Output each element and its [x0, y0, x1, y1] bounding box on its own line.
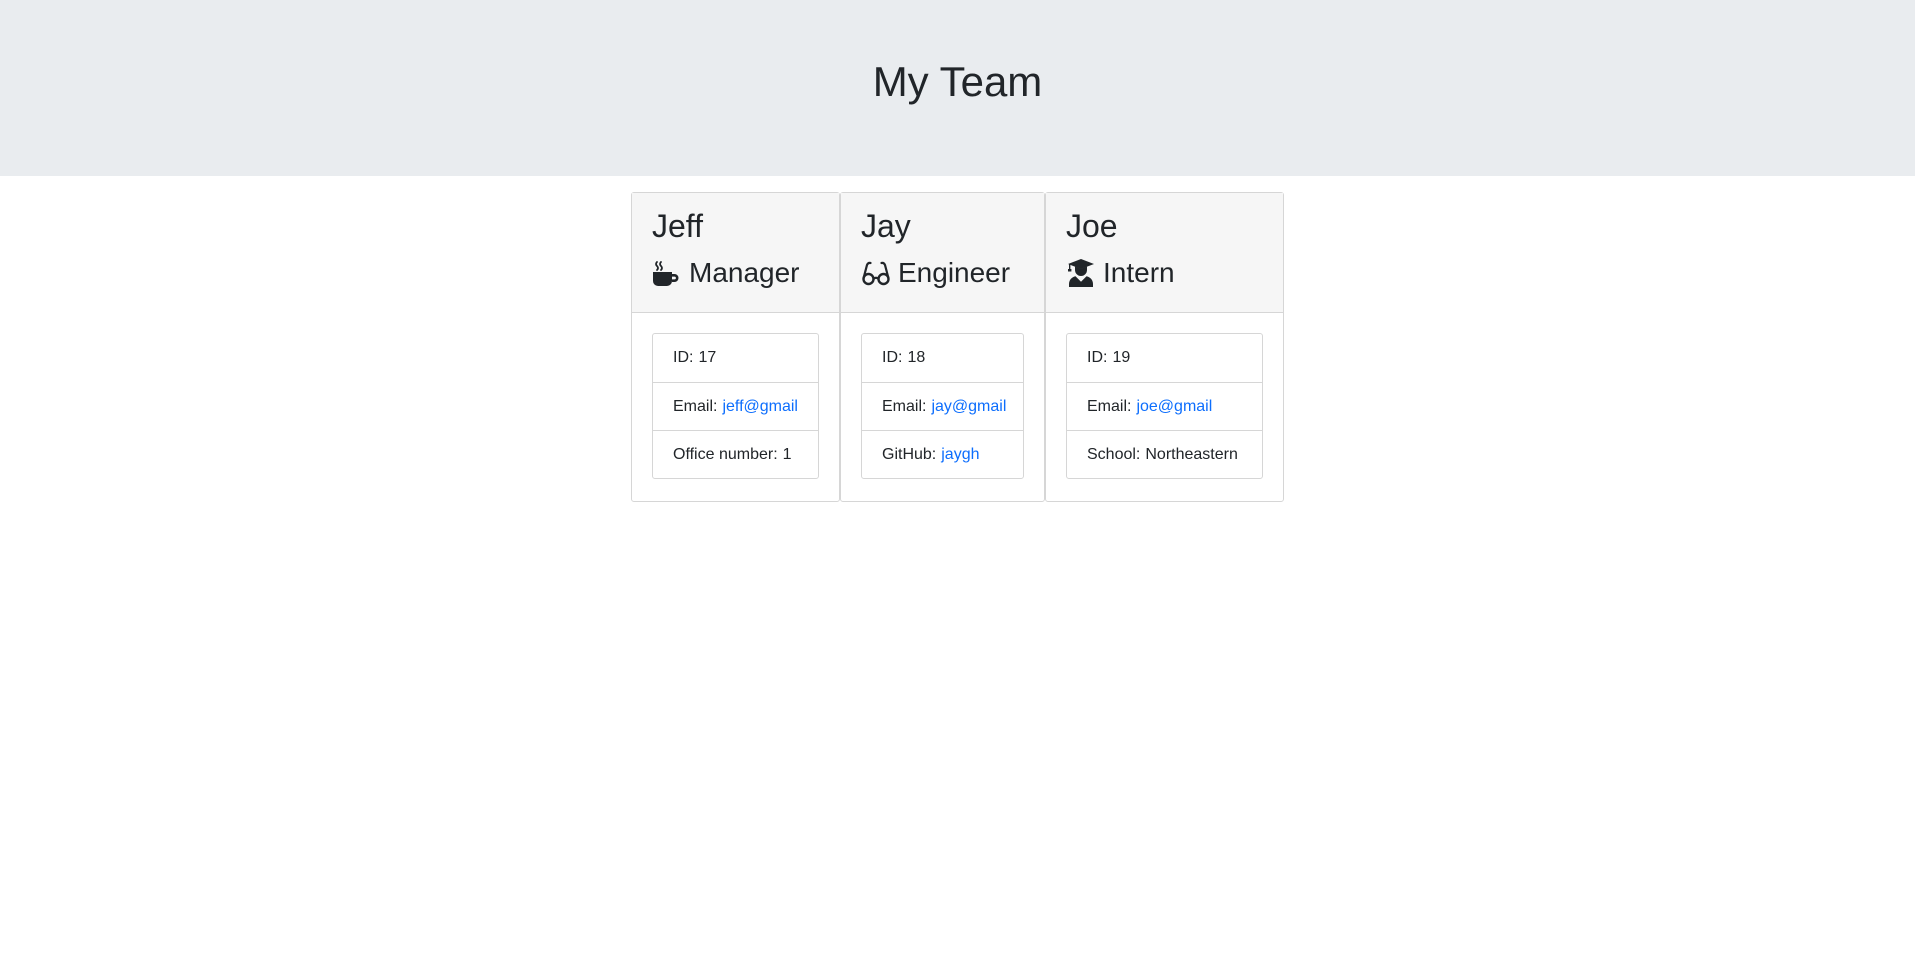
office-number-row: Office number: 1: [653, 430, 818, 478]
school-value: Northeastern: [1145, 445, 1238, 463]
employee-details: ID: 19 Email: joe@gmail School: Northeas…: [1066, 333, 1263, 479]
employee-card-manager: Jeff Manager ID: 17 Email: jeff@gmail Of…: [631, 192, 840, 502]
email-link[interactable]: joe@gmail: [1136, 398, 1212, 416]
team-cards: Jeff Manager ID: 17 Email: jeff@gmail Of…: [0, 192, 1915, 502]
card-body: ID: 19 Email: joe@gmail School: Northeas…: [1046, 313, 1283, 499]
id-value: 19: [1112, 349, 1131, 366]
employee-name: Joe: [1066, 208, 1118, 244]
github-label: GitHub:: [882, 445, 937, 463]
employee-card-intern: Joe Intern ID: 19 Email: joe@gmail Schoo…: [1045, 192, 1284, 502]
id-value: 18: [907, 349, 926, 366]
id-value: 17: [698, 349, 717, 366]
page-title: My Team: [872, 58, 1043, 105]
card-header: Jay Engineer: [841, 193, 1044, 313]
page-header: My Team: [0, 0, 1915, 176]
id-label: ID:: [882, 349, 903, 366]
employee-role: Intern: [1066, 255, 1263, 291]
card-header: Joe Intern: [1046, 193, 1283, 313]
email-label: Email:: [1087, 397, 1132, 415]
email-link[interactable]: jay@gmail: [931, 398, 1006, 416]
employee-email-row: Email: joe@gmail: [1067, 382, 1262, 430]
employee-name: Jay: [861, 208, 911, 244]
school-row: School: Northeastern: [1067, 430, 1262, 478]
employee-id-row: ID: 19: [1067, 334, 1262, 382]
school-label: School:: [1087, 445, 1141, 463]
id-label: ID:: [673, 349, 694, 366]
employee-details: ID: 18 Email: jay@gmail GitHub: jaygh: [861, 333, 1024, 479]
glasses-icon: [861, 258, 891, 288]
card-body: ID: 18 Email: jay@gmail GitHub: jaygh: [841, 313, 1044, 499]
graduate-icon: [1066, 258, 1096, 288]
email-label: Email:: [673, 397, 718, 415]
card-body: ID: 17 Email: jeff@gmail Office number: …: [632, 313, 839, 499]
employee-name: Jeff: [652, 208, 703, 244]
employee-details: ID: 17 Email: jeff@gmail Office number: …: [652, 333, 819, 479]
employee-email-row: Email: jeff@gmail: [653, 382, 818, 430]
office-number-label: Office number:: [673, 445, 778, 463]
card-header: Jeff Manager: [632, 193, 839, 313]
employee-card-engineer: Jay Engineer ID: 18 Email: jay@gmail Git…: [840, 192, 1045, 502]
email-link[interactable]: jeff@gmail: [722, 398, 798, 416]
employee-role: Manager: [652, 255, 819, 291]
employee-email-row: Email: jay@gmail: [862, 382, 1023, 430]
id-label: ID:: [1087, 349, 1108, 366]
coffee-mug-icon: [652, 258, 682, 288]
email-label: Email:: [882, 397, 927, 415]
employee-role-label: Engineer: [898, 257, 1011, 288]
employee-id-row: ID: 17: [653, 334, 818, 382]
employee-role-label: Manager: [689, 257, 800, 288]
github-row: GitHub: jaygh: [862, 430, 1023, 478]
employee-id-row: ID: 18: [862, 334, 1023, 382]
employee-role-label: Intern: [1103, 257, 1175, 288]
employee-role: Engineer: [861, 255, 1024, 291]
office-number-value: 1: [782, 445, 792, 463]
github-link[interactable]: jaygh: [941, 446, 979, 464]
